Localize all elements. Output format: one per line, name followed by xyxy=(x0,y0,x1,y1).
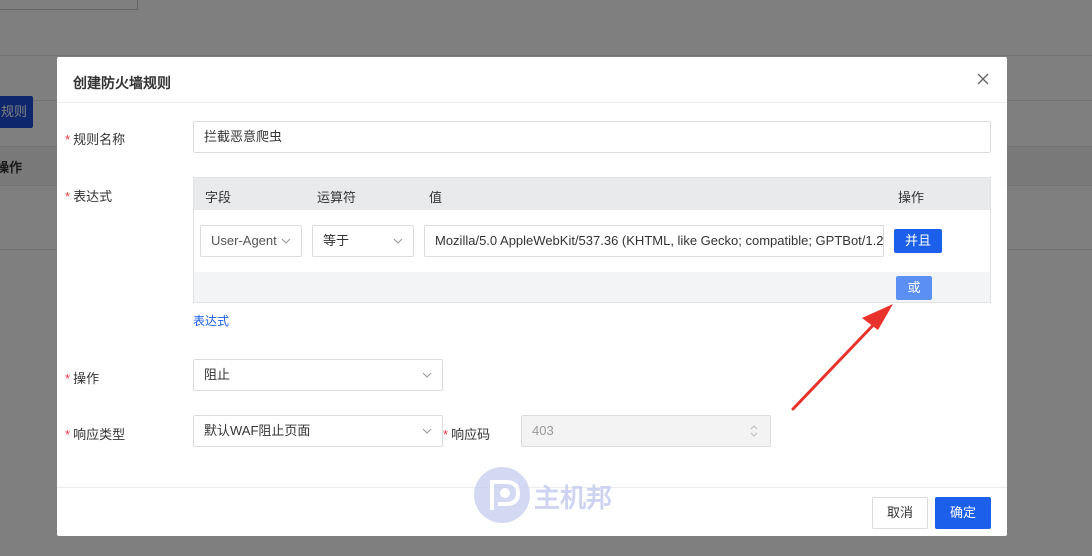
required-mark: * xyxy=(65,371,71,386)
column-action: 操作 xyxy=(898,190,925,205)
action-label: * 操作 xyxy=(65,371,100,386)
confirm-button[interactable]: 确定 xyxy=(935,497,991,529)
spinner-icon xyxy=(750,425,758,437)
create-firewall-rule-dialog: 创建防火墙规则 * 规则名称 拦截恶意爬虫 * 表达式 字段 运算符 值 操作 Us… xyxy=(57,57,1007,536)
expression-row: User-Agent 等于 Mozilla/5.0 AppleWebKit/53… xyxy=(194,210,990,272)
chevron-down-icon xyxy=(422,372,432,378)
required-mark: * xyxy=(65,427,71,442)
expression-label: * 表达式 xyxy=(65,189,113,204)
action-select-value: 阻止 xyxy=(204,367,231,382)
column-value: 值 xyxy=(429,190,443,205)
rule-name-input[interactable]: 拦截恶意爬虫 xyxy=(193,121,991,153)
column-operator: 运算符 xyxy=(317,190,357,205)
expression-table: 字段 运算符 值 操作 User-Agent 等于 Mozilla/5.0 Ap… xyxy=(193,177,991,303)
response-type-label: * 响应类型 xyxy=(65,427,126,442)
or-button[interactable]: 或 xyxy=(896,276,932,300)
chevron-down-icon xyxy=(422,428,432,434)
and-button[interactable]: 并且 xyxy=(894,229,942,253)
operator-select-value: 等于 xyxy=(323,233,350,248)
cancel-button[interactable]: 取消 xyxy=(872,497,928,529)
response-code-input: 403 xyxy=(521,415,771,447)
dialog-header: 创建防火墙规则 xyxy=(57,57,1007,103)
chevron-down-icon xyxy=(393,238,403,244)
operator-select[interactable]: 等于 xyxy=(312,225,414,257)
expression-table-header: 字段 运算符 值 操作 xyxy=(194,178,990,210)
value-input[interactable]: Mozilla/5.0 AppleWebKit/537.36 (KHTML, l… xyxy=(424,225,884,257)
response-code-label: * 响应码 xyxy=(443,427,491,442)
action-select[interactable]: 阻止 xyxy=(193,359,443,391)
add-expression-link[interactable]: 表达式 xyxy=(193,312,229,329)
response-code-value: 403 xyxy=(532,423,554,438)
column-field: 字段 xyxy=(205,190,232,205)
dialog-title: 创建防火墙规则 xyxy=(73,75,171,91)
required-mark: * xyxy=(65,132,71,147)
required-mark: * xyxy=(443,427,449,442)
chevron-down-icon xyxy=(281,238,291,244)
field-select-value: User-Agent xyxy=(211,233,277,248)
close-icon[interactable] xyxy=(973,69,993,89)
field-select[interactable]: User-Agent xyxy=(200,225,302,257)
rule-name-label: * 规则名称 xyxy=(65,132,126,147)
response-type-select-value: 默认WAF阻止页面 xyxy=(204,423,311,438)
required-mark: * xyxy=(65,189,71,204)
response-type-select[interactable]: 默认WAF阻止页面 xyxy=(193,415,443,447)
dialog-footer: 取消 确定 xyxy=(57,487,1007,536)
